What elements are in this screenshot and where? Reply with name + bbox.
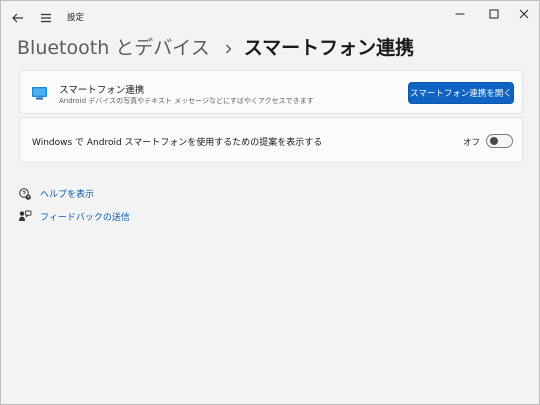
settings-window: 設定 Bluetooth とデバイス スマートフォン連携 スマートフォン連携 A…: [0, 0, 540, 405]
feedback-icon: [18, 209, 32, 223]
phone-link-card: スマートフォン連携 Android デバイスの写真やテキスト メッセージなどにす…: [19, 70, 523, 114]
hamburger-menu-icon[interactable]: [37, 9, 55, 27]
chevron-right-icon: [224, 40, 233, 54]
suggestions-setting-card: Windows で Android スマートフォンを使用するための提案を表示する…: [19, 117, 523, 163]
back-arrow-icon[interactable]: [9, 9, 27, 27]
phone-link-description: Android デバイスの写真やテキスト メッセージなどにすばやくアクセスできま…: [59, 97, 314, 105]
breadcrumb-parent[interactable]: Bluetooth とデバイス: [17, 33, 210, 60]
breadcrumb: Bluetooth とデバイス スマートフォン連携: [17, 32, 414, 60]
phone-link-title: スマートフォン連携: [59, 85, 145, 96]
minimize-icon[interactable]: [445, 3, 475, 25]
window-title: 設定: [67, 13, 85, 23]
maximize-icon[interactable]: [479, 3, 509, 25]
open-phone-link-button[interactable]: スマートフォン連携を開く: [408, 82, 514, 104]
suggestions-toggle[interactable]: [486, 134, 513, 148]
toggle-knob: [490, 137, 498, 145]
feedback-link[interactable]: フィードバックの送信: [18, 208, 130, 224]
help-icon: [18, 186, 32, 200]
feedback-link-label[interactable]: フィードバックの送信: [40, 210, 130, 223]
title-bar: 設定: [1, 1, 539, 34]
suggestions-setting-label: Windows で Android スマートフォンを使用するための提案を表示する: [32, 138, 323, 148]
toggle-state-label: オフ: [463, 138, 481, 148]
help-link-label[interactable]: ヘルプを表示: [40, 187, 94, 200]
help-link[interactable]: ヘルプを表示: [18, 185, 94, 201]
phone-link-icon: [31, 85, 48, 102]
close-icon[interactable]: [509, 3, 539, 25]
page-title: スマートフォン連携: [243, 36, 415, 59]
